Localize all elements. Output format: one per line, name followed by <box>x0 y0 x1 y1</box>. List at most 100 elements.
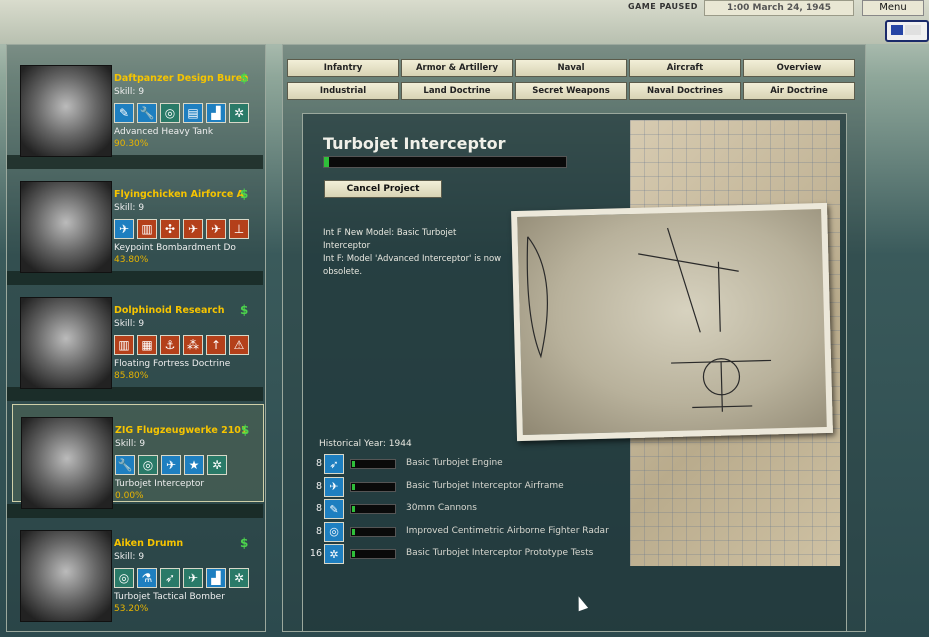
dollar-icon[interactable]: $ <box>241 423 249 437</box>
formation-icon: ⁂ <box>183 335 203 355</box>
dollar-icon[interactable]: $ <box>240 187 248 201</box>
cancel-project-button[interactable]: Cancel Project <box>324 180 442 198</box>
team-skill: Skill: 9 <box>115 439 146 449</box>
flask-icon: ⚗ <box>137 568 157 588</box>
propeller-icon: ✣ <box>160 219 180 239</box>
bomber-icon: ✈ <box>206 219 226 239</box>
description-line: Int F: Model 'Advanced Interceptor' is n… <box>323 254 502 277</box>
component-progress-fill <box>352 506 355 512</box>
team-skill: Skill: 9 <box>114 319 145 329</box>
component-difficulty: 8 <box>315 458 322 469</box>
team-card[interactable]: Flyingchicken Airforce A $ Skill: 9 ✈ ▥ ✣ ✈… <box>12 169 262 273</box>
team-name: ZIG Flugzeugwerke 2101 <box>115 425 248 436</box>
component-difficulty: 8 <box>315 503 322 514</box>
rocket-icon: ➶ <box>324 454 344 474</box>
flag-canton <box>891 25 903 35</box>
wrench-icon: 🔧 <box>137 103 157 123</box>
team-card[interactable]: Dolphinoid Research $ Skill: 9 ▥ ▦ ⚓ ⁂ ↑ ⚠ Fl… <box>12 285 262 389</box>
team-project: Keypoint Bombardment Do <box>114 243 236 253</box>
bulb-icon: ◎ <box>138 455 158 475</box>
description-line: Int F New Model: Basic Turbojet Intercep… <box>323 228 457 251</box>
team-separator <box>7 271 263 285</box>
tab-industrial[interactable]: Industrial <box>287 82 399 100</box>
top-bar: GAME PAUSED 1:00 March 24, 1945 Menu <box>0 0 929 44</box>
component-difficulty: 16 <box>309 548 322 559</box>
team-name: Daftpanzer Design Burea <box>114 73 249 84</box>
team-name: Aiken Drumn <box>114 538 184 549</box>
factory-icon: ▟ <box>206 568 226 588</box>
tab-air-doctrine[interactable]: Air Doctrine <box>743 82 855 100</box>
team-progress: 53.20% <box>114 604 149 614</box>
plan-icon: ▦ <box>137 335 157 355</box>
tab-naval[interactable]: Naval <box>515 59 627 77</box>
factory-icon: ▟ <box>206 103 226 123</box>
team-specialties: ▥ ▦ ⚓ ⁂ ↑ ⚠ <box>114 335 249 357</box>
airframe-icon: ✈ <box>183 568 203 588</box>
bulb-icon: ◎ <box>160 103 180 123</box>
team-separator <box>7 387 263 401</box>
team-portrait <box>21 417 113 509</box>
team-project: Advanced Heavy Tank <box>114 127 214 137</box>
team-card[interactable]: Aiken Drumn $ Skill: 9 ◎ ⚗ ➶ ✈ ▟ ✲ Turbojet T… <box>12 518 262 622</box>
team-name: Dolphinoid Research <box>114 305 225 316</box>
historical-year: Historical Year: 1944 <box>319 439 412 449</box>
tab-infantry[interactable]: Infantry <box>287 59 399 77</box>
team-portrait <box>20 530 112 622</box>
component-difficulty: 8 <box>315 480 322 492</box>
team-portrait <box>20 65 112 157</box>
team-separator <box>7 155 263 169</box>
tab-secret-weapons[interactable]: Secret Weapons <box>515 82 627 100</box>
component-name: Basic Turbojet Engine <box>406 458 503 468</box>
team-progress: 43.80% <box>114 255 149 265</box>
dollar-icon[interactable]: $ <box>240 303 248 317</box>
team-project: Turbojet Interceptor <box>115 479 205 489</box>
plane-icon: ✈ <box>183 219 203 239</box>
date-display[interactable]: 1:00 March 24, 1945 <box>704 0 854 16</box>
ship-icon: ⚓ <box>160 335 180 355</box>
team-project: Floating Fortress Doctrine <box>114 359 231 369</box>
team-portrait <box>20 181 112 273</box>
project-progress-fill <box>324 157 329 167</box>
airframe-icon: ✈ <box>114 219 134 239</box>
team-card[interactable]: ZIG Flugzeugwerke 2101 $ Skill: 9 🔧 ◎ ✈ ★ ✲ … <box>12 404 264 509</box>
component-progress-fill <box>352 528 355 535</box>
project-title: Turbojet Interceptor <box>323 134 506 153</box>
tab-naval-doctrines[interactable]: Naval Doctrines <box>629 82 741 100</box>
star-icon: ★ <box>184 455 204 475</box>
airframe-icon: ✈ <box>324 476 344 497</box>
tab-land-doctrine[interactable]: Land Doctrine <box>401 82 513 100</box>
component-name: Basic Turbojet Interceptor Airframe <box>406 480 564 491</box>
team-specialties: ◎ ⚗ ➶ ✈ ▟ ✲ <box>114 568 249 590</box>
flag-icon[interactable] <box>885 20 929 42</box>
team-skill: Skill: 9 <box>114 203 145 213</box>
menu-button[interactable]: Menu <box>862 0 924 16</box>
tab-armor-artillery[interactable]: Armor & Artillery <box>401 59 513 77</box>
component-progress-fill <box>352 461 355 467</box>
component-difficulty: 8 <box>315 525 322 537</box>
dollar-icon[interactable]: $ <box>240 71 248 85</box>
tab-aircraft[interactable]: Aircraft <box>629 59 741 77</box>
team-progress: 85.80% <box>114 371 149 381</box>
team-specialties: ✎ 🔧 ◎ ▤ ▟ ✲ <box>114 103 249 125</box>
dollar-icon[interactable]: $ <box>240 536 248 550</box>
component-progress-bar <box>350 504 396 514</box>
component-name: Improved Centimetric Airborne Fighter Ra… <box>406 525 609 536</box>
doc-gear-icon: ▤ <box>183 103 203 123</box>
team-progress: 0.00% <box>115 491 144 501</box>
gear-icon: ✲ <box>229 568 249 588</box>
gear-icon: ✲ <box>229 103 249 123</box>
team-specialties: ✈ ▥ ✣ ✈ ✈ ⊥ <box>114 219 249 241</box>
fleet-icon: ▥ <box>114 335 134 355</box>
component-progress-bar <box>350 526 396 537</box>
tab-overview[interactable]: Overview <box>743 59 855 77</box>
team-card[interactable]: Daftpanzer Design Burea $ Skill: 9 ✎ 🔧 ◎ ▤ ▟… <box>12 53 262 157</box>
missile-icon: ↑ <box>206 335 226 355</box>
team-skill: Skill: 9 <box>114 552 145 562</box>
team-project: Turbojet Tactical Bomber <box>114 592 225 602</box>
bulb-icon: ◎ <box>324 521 344 542</box>
flag-field <box>905 25 921 35</box>
team-name: Flyingchicken Airforce A <box>114 189 244 200</box>
component-progress-bar <box>350 481 396 492</box>
gear-icon: ✲ <box>207 455 227 475</box>
team-skill: Skill: 9 <box>114 87 145 97</box>
